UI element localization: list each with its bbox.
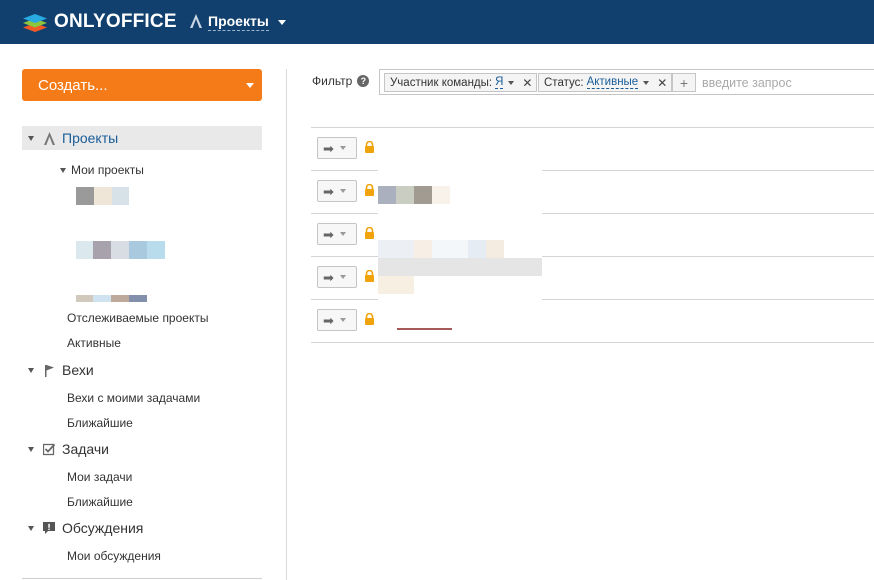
project-action-button[interactable]: ➡ xyxy=(317,309,357,331)
help-icon[interactable]: ? xyxy=(357,75,370,87)
collapse-toggle-icon[interactable] xyxy=(28,525,34,531)
blurred-project-name[interactable] xyxy=(76,187,129,205)
sidebar-divider xyxy=(22,578,262,579)
sidebar-item-label: Проекты xyxy=(62,130,119,146)
discussion-icon xyxy=(42,521,56,535)
chevron-down-icon xyxy=(339,232,346,236)
sidebar-item-my-projects[interactable]: Мои проекты xyxy=(60,163,144,177)
filter-tag-name: Участник команды: xyxy=(390,76,493,89)
lock-icon xyxy=(365,184,374,196)
blurred-project-name[interactable] xyxy=(76,241,165,259)
create-button[interactable]: Создать... xyxy=(22,69,262,101)
search-input[interactable] xyxy=(702,74,862,91)
list-divider xyxy=(311,127,874,128)
projects-icon xyxy=(42,131,56,145)
close-icon[interactable]: ✕ xyxy=(522,76,532,90)
flag-icon xyxy=(42,363,56,377)
lock-icon xyxy=(365,270,374,282)
filter-label-text: Фильтр xyxy=(312,74,353,88)
sidebar-item-my-discussions[interactable]: Мои обсуждения xyxy=(67,549,161,563)
blurred-project-title[interactable] xyxy=(397,328,452,330)
sidebar-item-milestones-my-tasks[interactable]: Вехи с моими задачами xyxy=(67,391,200,405)
close-icon[interactable]: ✕ xyxy=(657,76,667,90)
module-switcher[interactable]: Проекты xyxy=(190,13,286,31)
filter-tag-value[interactable]: Активные xyxy=(586,76,639,89)
sidebar-item-my-tasks[interactable]: Мои задачи xyxy=(67,470,132,484)
blurred-project-title[interactable] xyxy=(378,276,414,294)
filter-box[interactable]: Участник команды: Я ✕ Статус: Активные ✕… xyxy=(379,69,874,95)
collapse-toggle-icon[interactable] xyxy=(28,446,34,452)
add-filter-button[interactable]: + xyxy=(672,73,696,92)
lock-icon xyxy=(365,313,374,325)
sidebar-item-followed-projects[interactable]: Отслеживаемые проекты xyxy=(67,311,208,325)
collapse-toggle-icon[interactable] xyxy=(28,367,34,373)
chevron-down-icon xyxy=(339,275,346,279)
projects-module-icon xyxy=(190,13,202,31)
sidebar-item-projects[interactable]: Проекты xyxy=(22,126,262,150)
sidebar-item-label: Задачи xyxy=(62,441,110,457)
app-name[interactable]: ONLYOFFICE xyxy=(54,11,177,33)
arrow-right-icon: ➡ xyxy=(323,140,334,156)
chevron-down-icon[interactable] xyxy=(643,80,650,85)
sidebar-item-label: Обсуждения xyxy=(62,520,144,536)
blurred-project-title[interactable] xyxy=(378,186,450,204)
column-divider xyxy=(286,69,287,580)
filter-tag-value[interactable]: Я xyxy=(495,76,504,89)
chevron-down-icon xyxy=(339,318,346,322)
arrow-right-icon: ➡ xyxy=(323,312,334,328)
blurred-project-title[interactable] xyxy=(378,258,542,276)
project-action-button[interactable]: ➡ xyxy=(317,180,357,202)
sidebar-item-tasks-upcoming[interactable]: Ближайшие xyxy=(67,495,133,509)
checkbox-icon xyxy=(42,442,56,456)
project-action-button[interactable]: ➡ xyxy=(317,266,357,288)
sidebar-item-discussions[interactable]: Обсуждения xyxy=(22,516,143,540)
dropdown-arrow-icon[interactable] xyxy=(246,83,254,88)
sidebar-item-milestones[interactable]: Вехи xyxy=(22,358,94,382)
sidebar-item-active[interactable]: Активные xyxy=(67,336,121,350)
blurred-project-name[interactable] xyxy=(76,295,147,302)
filter-tag-status[interactable]: Статус: Активные ✕ xyxy=(538,73,673,92)
collapse-toggle-icon[interactable] xyxy=(60,167,66,173)
chevron-down-icon xyxy=(339,189,346,193)
arrow-right-icon: ➡ xyxy=(323,226,334,242)
top-bar: ONLYOFFICE Проекты xyxy=(0,0,874,44)
lock-icon xyxy=(365,141,374,153)
collapse-toggle-icon[interactable] xyxy=(28,135,34,141)
chevron-down-icon xyxy=(339,146,346,150)
sidebar-item-tasks[interactable]: Задачи xyxy=(22,437,109,461)
create-button-label: Создать... xyxy=(38,76,108,94)
module-label[interactable]: Проекты xyxy=(208,13,269,31)
sidebar-item-label: Мои проекты xyxy=(71,163,144,177)
chevron-down-icon[interactable] xyxy=(508,80,515,85)
project-action-button[interactable]: ➡ xyxy=(317,137,357,159)
chevron-down-icon[interactable] xyxy=(277,19,286,25)
list-divider xyxy=(311,342,874,343)
sidebar-item-label: Вехи xyxy=(62,362,94,378)
lock-icon xyxy=(365,227,374,239)
arrow-right-icon: ➡ xyxy=(323,269,334,285)
filter-tag-team-member[interactable]: Участник команды: Я ✕ xyxy=(384,73,538,92)
sidebar-item-milestones-upcoming[interactable]: Ближайшие xyxy=(67,416,133,430)
filter-label: Фильтр ? xyxy=(312,74,370,88)
project-action-button[interactable]: ➡ xyxy=(317,223,357,245)
filter-tag-name: Статус: xyxy=(544,76,584,89)
arrow-right-icon: ➡ xyxy=(323,183,334,199)
onlyoffice-logo-icon[interactable] xyxy=(22,10,48,39)
blurred-project-title[interactable] xyxy=(378,240,504,258)
